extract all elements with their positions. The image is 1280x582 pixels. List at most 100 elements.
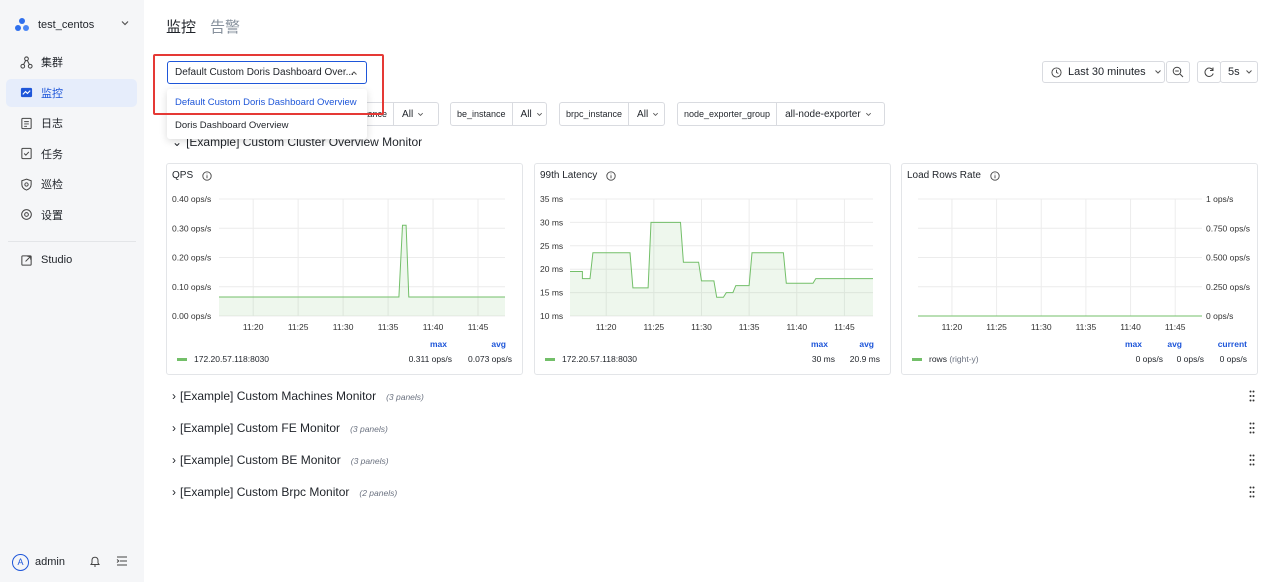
row-header-machines[interactable]: › [Example] Custom Machines Monitor (3 p… — [172, 389, 424, 403]
x-tick-label: 11:25 — [644, 322, 665, 332]
panel-load-rows-rate: 1 ops/s 0.750 ops/s 0.500 ops/s 0.250 ops/s… — [901, 163, 1258, 375]
info-icon[interactable] — [606, 170, 616, 181]
y-tick-label: 0.10 ops/s — [172, 282, 211, 292]
drag-handle-icon[interactable] — [1249, 486, 1255, 498]
chevron-down-icon — [1245, 70, 1252, 74]
chevron-right-icon: › — [172, 453, 176, 467]
y-tick-label: 0.500 ops/s — [1206, 253, 1250, 263]
row-panel-count: (3 panels) — [350, 456, 389, 466]
legend-swatch — [912, 358, 922, 361]
row-title: [Example] Custom Brpc Monitor — [180, 485, 350, 499]
legend-swatch — [177, 358, 187, 361]
legend-header-avg: avg — [859, 339, 874, 349]
log-icon — [21, 117, 32, 129]
x-tick-label: 11:30 — [691, 322, 712, 332]
row-title: [Example] Custom Machines Monitor — [180, 389, 377, 403]
row-header-fe[interactable]: › [Example] Custom FE Monitor (3 panels) — [172, 421, 388, 435]
legend-header-current: current — [1217, 339, 1247, 349]
sidebar-item-settings[interactable]: 设置 — [6, 201, 137, 229]
zoom-out-button[interactable] — [1166, 61, 1190, 83]
time-range-picker[interactable]: Last 30 minutes — [1042, 61, 1165, 83]
chevron-right-icon: › — [172, 485, 176, 499]
y-tick-label: 0.30 ops/s — [172, 223, 211, 233]
y-tick-label: 25 ms — [540, 241, 563, 251]
cluster-switcher[interactable]: test_centos — [14, 14, 134, 36]
x-tick-label: 11:40 — [423, 322, 444, 332]
settings-icon — [21, 209, 32, 220]
sidebar-item-task[interactable]: 任务 — [6, 140, 137, 168]
chevron-down-icon — [865, 112, 871, 116]
refresh-interval-select[interactable]: 5s — [1220, 61, 1258, 83]
chevron-down-icon — [536, 112, 542, 116]
sidebar-nav: 集群 监控 日志 任务 巡检 设置 — [6, 48, 137, 231]
sidebar-item-cluster[interactable]: 集群 — [6, 48, 137, 76]
legend-series-name: rows (right-y) — [929, 354, 979, 364]
collapse-menu-icon[interactable] — [116, 555, 128, 567]
sidebar-item-studio[interactable]: Studio — [6, 246, 137, 274]
x-tick-label: 11:35 — [378, 322, 399, 332]
task-icon — [21, 147, 32, 160]
dashboard-option[interactable]: Default Custom Doris Dashboard Overview — [167, 91, 367, 114]
tab-monitor[interactable]: 监控 — [166, 16, 196, 37]
chevron-down-icon — [418, 112, 424, 116]
panel-99th-latency: 35 ms 30 ms 25 ms 20 ms 15 ms 10 ms 11:20 11:25… — [534, 163, 891, 375]
row-title: [Example] Custom FE Monitor — [180, 421, 341, 435]
header-tabs: 监控 告警 — [166, 16, 254, 37]
legend-max: 0 ops/s — [1135, 354, 1163, 364]
legend-header-max: max — [429, 339, 447, 349]
filter-value: All — [637, 108, 649, 120]
x-tick-label: 11:45 — [834, 322, 855, 332]
refresh-button[interactable] — [1197, 61, 1221, 83]
panel-title: QPS — [172, 170, 194, 181]
panel-title: Load Rows Rate — [907, 170, 981, 181]
external-link-icon — [21, 254, 32, 266]
qps-chart: 0.40 ops/s 0.30 ops/s 0.20 ops/s 0.10 ops/s… — [172, 194, 505, 332]
chevron-up-icon — [351, 71, 357, 75]
sidebar-item-label: 监控 — [41, 87, 63, 100]
filter-be-instance[interactable]: be_instance All — [450, 102, 547, 126]
legend-avg: 0.073 ops/s — [468, 354, 512, 364]
user-menu[interactable]: A admin — [12, 552, 136, 572]
cluster-name: test_centos — [38, 19, 95, 31]
filter-brpc-instance[interactable]: brpc_instance All — [559, 102, 665, 126]
sidebar-item-log[interactable]: 日志 — [6, 109, 137, 137]
drag-handle-icon[interactable] — [1249, 390, 1255, 402]
inspection-icon — [21, 178, 32, 191]
y-tick-label: 10 ms — [540, 311, 563, 321]
x-tick-label: 11:40 — [1120, 322, 1141, 332]
dashboard-select[interactable]: Default Custom Doris Dashboard Over... — [167, 61, 367, 84]
dashboard-option[interactable]: Doris Dashboard Overview — [167, 114, 367, 137]
info-icon[interactable] — [990, 170, 1000, 181]
sidebar-divider — [8, 241, 136, 242]
sidebar-item-inspection[interactable]: 巡检 — [6, 170, 137, 198]
zoom-out-icon — [1172, 66, 1184, 78]
x-tick-label: 11:20 — [243, 322, 264, 332]
legend-series-name: 172.20.57.118:8030 — [194, 354, 269, 364]
drag-handle-icon[interactable] — [1249, 454, 1255, 466]
legend-swatch — [545, 358, 555, 361]
y-tick-label: 0.00 ops/s — [172, 311, 211, 321]
info-icon[interactable] — [202, 170, 212, 181]
row-title: [Example] Custom BE Monitor — [180, 453, 341, 467]
sidebar: test_centos 集群 监控 日志 任务 巡检 设置 Studio A a… — [0, 0, 144, 582]
sidebar-item-label: Studio — [41, 254, 73, 266]
filter-node-exporter-group[interactable]: node_exporter_group all-node-exporter — [677, 102, 885, 126]
sidebar-item-monitor[interactable]: 监控 — [6, 78, 137, 107]
tab-alerts[interactable]: 告警 — [210, 16, 240, 37]
row-header-brpc[interactable]: › [Example] Custom Brpc Monitor (2 panel… — [172, 485, 397, 499]
legend-avg: 20.9 ms — [849, 354, 880, 364]
x-tick-label: 11:45 — [468, 322, 489, 332]
x-tick-label: 11:20 — [942, 322, 963, 332]
panel-title: 99th Latency — [540, 170, 598, 181]
filter-value: all-node-exporter — [785, 108, 861, 120]
drag-handle-icon[interactable] — [1249, 422, 1255, 434]
bell-icon[interactable] — [89, 555, 101, 568]
sidebar-item-label: 日志 — [41, 118, 63, 130]
latency-chart: 35 ms 30 ms 25 ms 20 ms 15 ms 10 ms 11:20 11:25… — [540, 194, 873, 332]
row-header-be[interactable]: › [Example] Custom BE Monitor (3 panels) — [172, 453, 389, 467]
series-line — [219, 224, 505, 298]
legend-header-avg: avg — [1167, 339, 1182, 349]
doris-logo-icon — [15, 18, 29, 31]
x-tick-label: 11:30 — [333, 322, 354, 332]
y-tick-label: 20 ms — [540, 264, 563, 274]
